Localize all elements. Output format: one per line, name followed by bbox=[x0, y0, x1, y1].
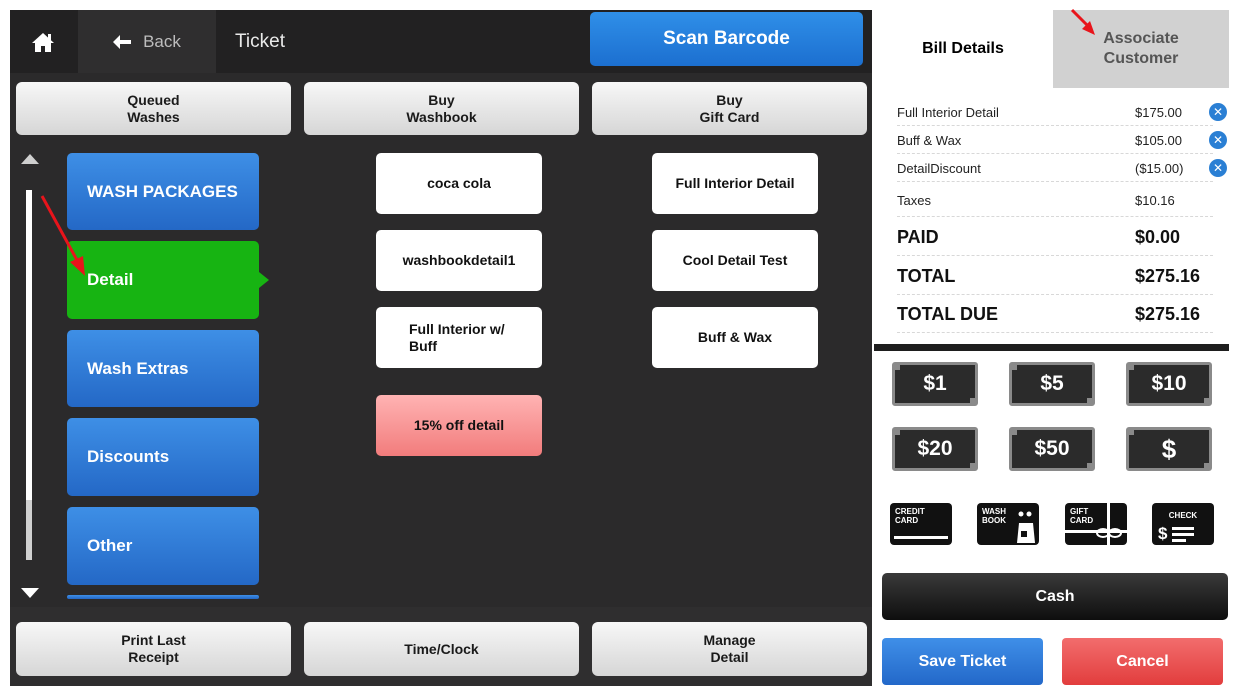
item-washbookdetail1[interactable]: washbookdetail1 bbox=[376, 230, 542, 291]
remove-item-icon[interactable]: ✕ bbox=[1209, 159, 1227, 177]
remove-item-icon[interactable]: ✕ bbox=[1209, 103, 1227, 121]
check-lines-icon: $ bbox=[1158, 524, 1194, 543]
pos-main-panel: Back Ticket Scan Barcode Queued Washes B… bbox=[10, 10, 872, 686]
cash-50-button[interactable]: $50 bbox=[1009, 427, 1095, 471]
scroll-down-icon[interactable] bbox=[21, 588, 39, 598]
annotation-arrow-icon bbox=[40, 195, 85, 276]
buy-washbook-button[interactable]: Buy Washbook bbox=[304, 82, 579, 135]
total-due-label: TOTAL DUE bbox=[897, 303, 999, 324]
check-button[interactable]: CHECK $ bbox=[1152, 503, 1214, 547]
cash-1-button[interactable]: $1 bbox=[892, 362, 978, 406]
total-label: TOTAL bbox=[897, 265, 956, 286]
total-amount: $275.16 bbox=[1135, 265, 1201, 286]
item-coca-cola[interactable]: coca cola bbox=[376, 153, 542, 214]
taxes-row: Taxes $10.16 bbox=[897, 184, 1213, 217]
item-buff-and-wax[interactable]: Buff & Wax bbox=[652, 307, 818, 368]
cash-10-button[interactable]: $10 bbox=[1126, 362, 1212, 406]
svg-text:$: $ bbox=[1158, 524, 1168, 543]
bill-line: DetailDiscount ($15.00) bbox=[897, 155, 1213, 182]
remove-item-icon[interactable]: ✕ bbox=[1209, 131, 1227, 149]
scan-barcode-button[interactable]: Scan Barcode bbox=[590, 12, 863, 66]
gift-ribbon-icon bbox=[1065, 503, 1127, 547]
scroll-up-icon[interactable] bbox=[21, 154, 39, 164]
paid-amount: $0.00 bbox=[1135, 227, 1181, 247]
taxes-amount: $10.16 bbox=[1135, 192, 1175, 208]
total-row: TOTAL $275.16 bbox=[897, 258, 1213, 295]
washbook-button[interactable]: WASH BOOK bbox=[977, 503, 1039, 547]
cash-custom-button[interactable]: $ bbox=[1126, 427, 1212, 471]
back-button[interactable]: Back bbox=[78, 10, 216, 73]
back-arrow-icon bbox=[113, 34, 132, 49]
bill-line-label: DetailDiscount bbox=[897, 160, 981, 176]
category-other[interactable]: Other bbox=[67, 507, 259, 585]
category-discounts[interactable]: Discounts bbox=[67, 418, 259, 496]
bill-line-amount: $105.00 bbox=[1135, 132, 1182, 148]
cash-5-button[interactable]: $5 bbox=[1009, 362, 1095, 406]
annotation-arrow-icon bbox=[1070, 8, 1095, 35]
car-wash-icon bbox=[1017, 511, 1035, 543]
card-stripe bbox=[894, 536, 948, 539]
tab-bill-details[interactable]: Bill Details bbox=[874, 10, 1052, 88]
queued-washes-button[interactable]: Queued Washes bbox=[16, 82, 291, 135]
selected-pointer-icon bbox=[259, 272, 269, 288]
taxes-label: Taxes bbox=[897, 192, 931, 208]
item-15-off-detail[interactable]: 15% off detail bbox=[376, 395, 542, 456]
cash-button[interactable]: Cash bbox=[882, 573, 1228, 620]
home-button[interactable] bbox=[10, 10, 76, 73]
panel-divider bbox=[874, 344, 1229, 351]
credit-card-button[interactable]: CREDIT CARD bbox=[890, 503, 952, 547]
gift-card-button[interactable]: GIFT CARD bbox=[1065, 503, 1127, 547]
manage-detail-button[interactable]: Manage Detail bbox=[592, 622, 867, 676]
bill-line-amount: $175.00 bbox=[1135, 104, 1182, 120]
bill-line-label: Buff & Wax bbox=[897, 132, 962, 148]
paid-label: PAID bbox=[897, 227, 939, 247]
item-full-interior-detail[interactable]: Full Interior Detail bbox=[652, 153, 818, 214]
bill-line-label: Full Interior Detail bbox=[897, 104, 999, 120]
cancel-button[interactable]: Cancel bbox=[1062, 638, 1223, 685]
time-clock-button[interactable]: Time/Clock bbox=[304, 622, 579, 676]
bill-line: Full Interior Detail $175.00 bbox=[897, 99, 1213, 126]
category-wash-extras[interactable]: Wash Extras bbox=[67, 330, 259, 407]
item-cool-detail-test[interactable]: Cool Detail Test bbox=[652, 230, 818, 291]
category-next-partial[interactable] bbox=[67, 595, 259, 599]
item-full-interior-w-buff[interactable]: Full Interior w/ Buff bbox=[376, 307, 542, 368]
cash-20-button[interactable]: $20 bbox=[892, 427, 978, 471]
total-due-amount: $275.16 bbox=[1135, 303, 1201, 324]
paid-row: PAID $0.00 bbox=[897, 220, 1213, 256]
page-title: Ticket bbox=[235, 30, 285, 52]
buy-gift-card-button[interactable]: Buy Gift Card bbox=[592, 82, 867, 135]
home-icon bbox=[32, 32, 54, 52]
back-label: Back bbox=[143, 31, 181, 51]
save-ticket-button[interactable]: Save Ticket bbox=[882, 638, 1043, 685]
total-due-row: TOTAL DUE $275.16 bbox=[897, 296, 1213, 333]
category-scrollbar-thumb[interactable] bbox=[26, 190, 32, 500]
bill-line: Buff & Wax $105.00 bbox=[897, 127, 1213, 154]
bill-line-amount: ($15.00) bbox=[1135, 160, 1184, 176]
print-last-receipt-button[interactable]: Print Last Receipt bbox=[16, 622, 291, 676]
